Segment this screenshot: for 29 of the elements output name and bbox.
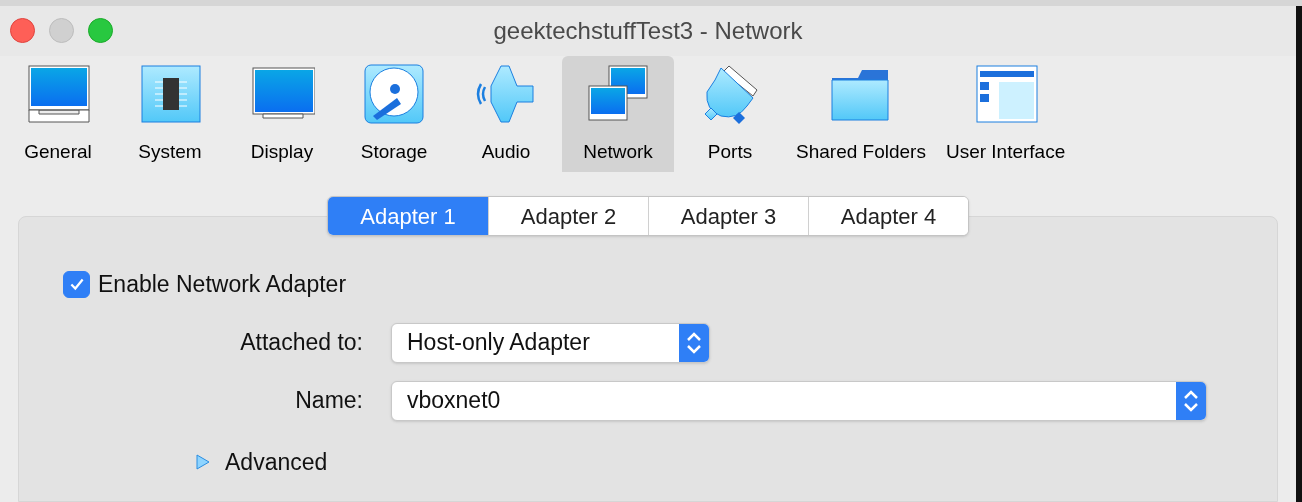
- adapter-tab[interactable]: Adapter 2: [488, 197, 648, 235]
- toolbar-tab[interactable]: Shared Folders: [786, 56, 936, 172]
- network-icon: [585, 64, 651, 124]
- toolbar-tab[interactable]: System: [114, 56, 226, 172]
- toolbar-tab[interactable]: User Interface: [935, 56, 1076, 172]
- checkbox[interactable]: [63, 270, 90, 298]
- checkbox-label: Enable Network Adapter: [98, 270, 347, 299]
- window-title: geektechstuffTest3 - Network: [493, 16, 803, 46]
- toolbar-tab[interactable]: General: [2, 56, 114, 172]
- adapter-tab[interactable]: Adapter 1: [328, 197, 488, 235]
- select-value: Host-only Adapter: [407, 328, 590, 358]
- select-field[interactable]: Host-only Adapter: [391, 322, 710, 363]
- stepper-icon: [1176, 381, 1206, 420]
- close-button[interactable]: [10, 18, 35, 43]
- toolbar-tab[interactable]: Storage: [338, 56, 450, 172]
- select-field[interactable]: vboxnet0: [391, 380, 1207, 421]
- toolbar-tab[interactable]: Display: [226, 56, 338, 172]
- adapter-tab[interactable]: Adapter 3: [648, 197, 808, 235]
- field-label: Name:: [294, 386, 363, 416]
- monitor-icon: [25, 64, 91, 124]
- field-label: Attached to:: [239, 328, 363, 358]
- stepper-icon: [679, 323, 709, 362]
- toolbar-tab[interactable]: Network: [562, 56, 674, 172]
- advanced-disclosure[interactable]: Advanced: [193, 444, 328, 479]
- adapter-tab[interactable]: Adapter 4: [808, 197, 968, 235]
- maximize-button[interactable]: [88, 18, 113, 43]
- select-value: vboxnet0: [407, 386, 501, 416]
- toolbar-tab[interactable]: Audio: [450, 56, 562, 172]
- toolbar-tab[interactable]: Ports: [674, 56, 786, 172]
